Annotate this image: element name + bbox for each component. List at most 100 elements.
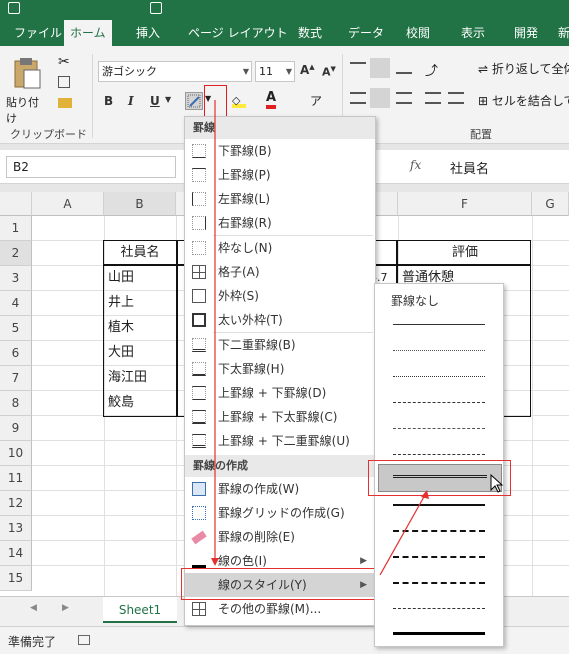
align-top-icon[interactable] — [350, 62, 366, 74]
tab-review[interactable]: 校閲 — [400, 20, 436, 46]
column-header-a[interactable]: A — [32, 192, 104, 216]
row-header[interactable]: 5 — [0, 316, 32, 341]
undo-icon[interactable] — [8, 2, 20, 14]
menu-item-more-borders[interactable]: その他の罫線(M)... — [185, 597, 375, 621]
line-style-hair[interactable] — [393, 350, 485, 351]
macro-record-icon[interactable] — [78, 635, 90, 645]
menu-item-bottom-double-border[interactable]: 下二重罫線(B) — [185, 333, 375, 357]
italic-button[interactable]: I — [128, 94, 134, 108]
tab-page-layout[interactable]: ページ レイアウト — [182, 20, 294, 46]
align-left-icon[interactable] — [350, 92, 366, 104]
tab-home[interactable]: ホーム — [64, 20, 112, 46]
menu-item-right-border[interactable]: 右罫線(R) — [185, 211, 375, 235]
row-header[interactable]: 9 — [0, 416, 32, 441]
scroll-left-icon[interactable]: ◀ — [30, 603, 37, 613]
cut-icon[interactable]: ✂ — [58, 54, 70, 70]
tab-view[interactable]: 表示 — [455, 20, 491, 46]
row-header[interactable]: 12 — [0, 491, 32, 516]
copy-icon[interactable] — [58, 76, 70, 88]
menu-item-no-border[interactable]: 枠なし(N) — [185, 236, 375, 260]
column-header-e[interactable] — [376, 192, 398, 216]
column-header-f[interactable]: F — [398, 192, 532, 216]
fill-color-icon[interactable]: ◇ — [232, 94, 246, 108]
scroll-right-icon[interactable]: ▶ — [62, 603, 69, 613]
chevron-down-icon[interactable]: ▼ — [165, 95, 171, 104]
menu-item-top-border[interactable]: 上罫線(P) — [185, 163, 375, 187]
row-header[interactable]: 8 — [0, 391, 32, 416]
menu-item-erase-border[interactable]: 罫線の削除(E) — [185, 525, 375, 549]
menu-item-top-bottom-border[interactable]: 上罫線 + 下罫線(D) — [185, 381, 375, 405]
merge-center-button[interactable]: ⊞ セルを結合して — [478, 92, 569, 109]
underline-button[interactable]: U — [150, 94, 160, 108]
cell-b7[interactable]: 海江田 — [104, 366, 147, 390]
row-header[interactable]: 11 — [0, 466, 32, 491]
row-header[interactable]: 15 — [0, 566, 32, 591]
format-painter-icon[interactable] — [58, 98, 72, 108]
row-header[interactable]: 7 — [0, 366, 32, 391]
font-grow-icon[interactable]: A▲ — [300, 63, 315, 77]
indent-decrease-icon[interactable] — [425, 92, 441, 104]
column-header-g[interactable]: G — [532, 192, 569, 216]
row-header[interactable]: 6 — [0, 341, 32, 366]
row-header[interactable]: 10 — [0, 441, 32, 466]
line-style-medium[interactable] — [393, 504, 485, 506]
font-color-icon[interactable]: A — [266, 90, 277, 109]
row-header[interactable]: 2 — [0, 241, 32, 266]
align-bottom-icon[interactable] — [396, 62, 412, 74]
menu-item-draw-border-grid[interactable]: 罫線グリッドの作成(G) — [185, 501, 375, 525]
cell-b8[interactable]: 鮫島 — [104, 391, 134, 415]
cell-b5[interactable]: 植木 — [104, 316, 134, 340]
bold-button[interactable]: B — [104, 94, 113, 108]
align-center-icon[interactable] — [370, 88, 390, 108]
font-name-select[interactable]: 游ゴシック ▼ — [98, 61, 252, 82]
menu-item-outside-borders[interactable]: 外枠(S) — [185, 284, 375, 308]
row-header[interactable]: 13 — [0, 516, 32, 541]
menu-item-top-thick-bottom-border[interactable]: 上罫線 + 下太罫線(C) — [185, 405, 375, 429]
font-shrink-icon[interactable]: A▼ — [322, 65, 336, 79]
row-header[interactable]: 14 — [0, 541, 32, 566]
menu-item-bottom-border[interactable]: 下罫線(B) — [185, 139, 375, 163]
cell-f2[interactable]: 評価 — [398, 241, 532, 265]
font-size-select[interactable]: 11 ▼ — [255, 61, 295, 82]
align-middle-icon[interactable] — [370, 58, 390, 78]
menu-item-top-double-bottom-border[interactable]: 上罫線 + 下二重罫線(U) — [185, 429, 375, 453]
tab-formulas[interactable]: 数式 — [292, 20, 328, 46]
select-all-corner[interactable] — [0, 192, 32, 216]
preview-icon[interactable] — [150, 2, 162, 14]
phonetic-icon[interactable]: ア — [310, 92, 322, 109]
tab-data[interactable]: データ — [342, 20, 390, 46]
line-style-medium-dash-dot-dot[interactable] — [393, 530, 485, 532]
menu-item-thick-box-border[interactable]: 太い外枠(T) — [185, 308, 375, 332]
menu-item-all-borders[interactable]: 格子(A) — [185, 260, 375, 284]
menu-item-thick-bottom-border[interactable]: 下太罫線(H) — [185, 357, 375, 381]
tab-insert[interactable]: 挿入 — [130, 20, 166, 46]
line-style-medium-dash-dot[interactable] — [393, 556, 485, 558]
line-style-dashed[interactable] — [393, 454, 485, 455]
fx-icon[interactable]: fx — [410, 158, 421, 172]
cell-b2[interactable]: 社員名 — [104, 241, 176, 265]
cell-b3[interactable]: 山田 — [104, 266, 134, 290]
line-style-dash-dot[interactable] — [393, 428, 485, 429]
wrap-text-button[interactable]: ⇌ 折り返して全体 — [478, 60, 569, 77]
orientation-icon[interactable]: ⤴ — [425, 60, 438, 79]
name-box[interactable]: B2 — [6, 156, 176, 178]
menu-item-left-border[interactable]: 左罫線(L) — [185, 187, 375, 211]
align-right-icon[interactable] — [396, 92, 412, 104]
tab-more[interactable]: 新 — [552, 20, 569, 46]
line-style-thick[interactable] — [393, 632, 485, 635]
line-style-dotted[interactable] — [393, 376, 485, 377]
row-header[interactable]: 1 — [0, 216, 32, 241]
paste-button[interactable]: 貼り付け — [6, 54, 48, 125]
line-style-slant-dash-dot[interactable] — [393, 608, 485, 609]
row-header[interactable]: 3 — [0, 266, 32, 291]
column-header-b[interactable]: B — [104, 192, 176, 216]
line-style-dash-dot-dot[interactable] — [393, 402, 485, 403]
sheet-tab-sheet1[interactable]: Sheet1 — [103, 597, 177, 623]
formula-input[interactable]: 社員名 — [450, 158, 489, 177]
border-button[interactable] — [185, 92, 203, 110]
tab-file[interactable]: ファイル — [8, 20, 68, 46]
menu-item-draw-border[interactable]: 罫線の作成(W) — [185, 477, 375, 501]
cell-b6[interactable]: 大田 — [104, 341, 134, 365]
tab-developer[interactable]: 開発 — [508, 20, 544, 46]
cell-b4[interactable]: 井上 — [104, 291, 134, 315]
